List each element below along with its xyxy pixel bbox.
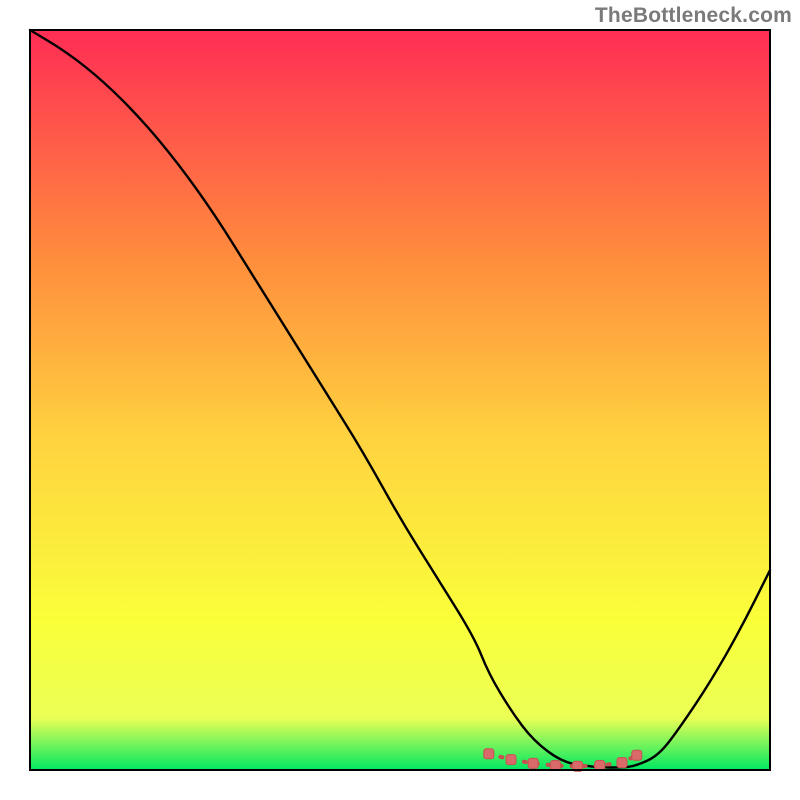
chart-background-gradient [30, 30, 770, 770]
watermark-text: TheBottleneck.com [595, 4, 792, 28]
bottleneck-chart [0, 0, 800, 800]
